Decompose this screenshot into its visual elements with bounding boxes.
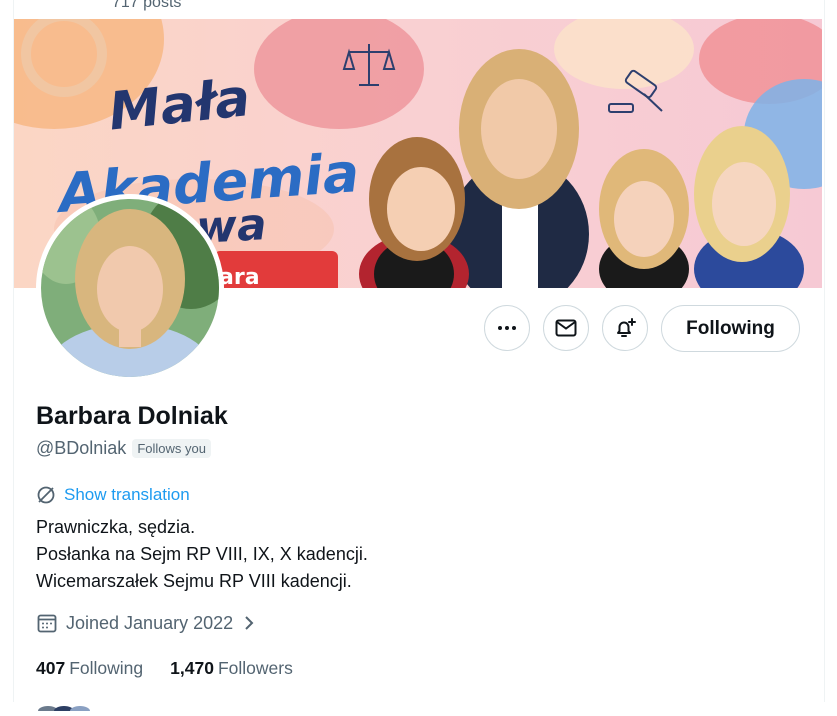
show-translation-label[interactable]: Show translation [64,485,190,505]
posts-count: 717 posts [112,0,182,11]
user-handle: @BDolniak [36,438,127,458]
message-button[interactable] [543,305,589,351]
mini-avatars [38,706,90,716]
handle-row: @BDolniak Follows you [36,438,211,459]
banner-badge-text: ara [219,265,260,288]
followers-link[interactable]: 1,470 Followers [170,658,293,679]
more-horizontal-icon [498,326,516,330]
bell-plus-icon [617,318,636,337]
joined-date-row[interactable]: Joined January 2022 [36,612,257,634]
following-count: 407 [36,658,66,678]
followers-label: Followers [217,658,293,678]
following-label: Following [69,658,144,678]
followers-you-know-avatars[interactable] [36,698,106,716]
more-button[interactable] [484,305,530,351]
notifications-button[interactable] [602,305,648,351]
avatar-photo [41,199,219,377]
calendar-icon [37,614,57,633]
followers-count: 1,470 [170,658,214,678]
envelope-icon [555,319,577,337]
translate-icon [37,486,55,504]
display-name: Barbara Dolniak [36,402,228,430]
bio-line: Prawniczka, sędzia. [36,517,196,537]
chevron-right-icon [245,616,254,630]
following-link[interactable]: 407 Following [36,658,143,679]
profile-bio: Prawniczka, sędzia. Posłanka na Sejm RP … [36,514,368,595]
bio-line: Wicemarszałek Sejmu RP VIII kadencji. [36,571,352,591]
follow-stats: 407 Following 1,470 Followers [36,658,293,679]
bio-line: Posłanka na Sejm RP VIII, IX, X kadencji… [36,544,368,564]
show-translation-link[interactable]: Show translation [36,485,190,505]
joined-date: Joined January 2022 [66,612,234,633]
profile-avatar[interactable] [36,194,224,382]
following-button[interactable]: Following [661,305,800,352]
follows-you-badge: Follows you [132,439,211,458]
